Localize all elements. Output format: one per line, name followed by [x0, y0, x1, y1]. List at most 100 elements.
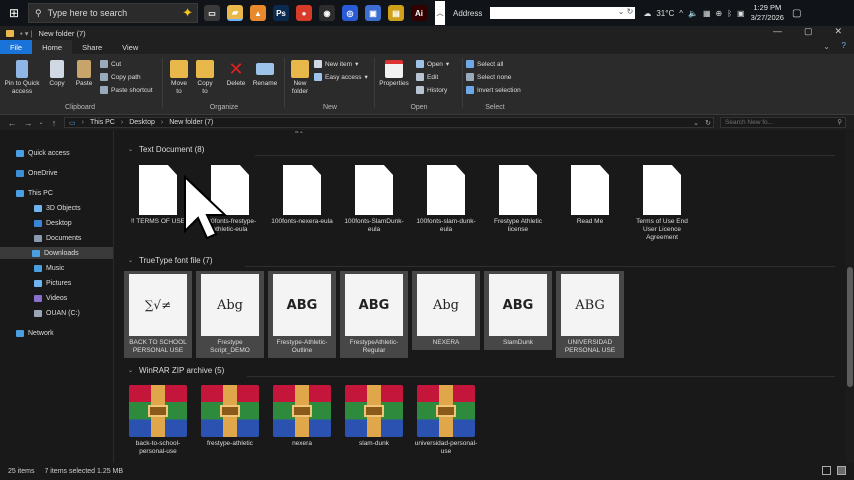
- refresh-icon[interactable]: ↻: [705, 119, 711, 127]
- up-arrow-icon[interactable]: ↑: [46, 118, 62, 128]
- sidebar-item-network[interactable]: Network: [16, 327, 54, 339]
- collapse-caret-icon[interactable]: ⌄: [128, 146, 133, 153]
- chevron-down-icon[interactable]: ⌄ ↻: [618, 7, 634, 16]
- pin-quick-access-button[interactable]: Pin to Quick access: [4, 60, 40, 96]
- notification-icon[interactable]: ▢: [792, 8, 801, 19]
- delete-button[interactable]: ✕ Delete: [224, 60, 248, 88]
- zip-file-item[interactable]: frestype-athletic: [196, 382, 264, 451]
- open-button[interactable]: Open ▾: [416, 60, 449, 68]
- weather-icon[interactable]: ☁: [643, 9, 651, 18]
- scrollbar-thumb[interactable]: [847, 267, 853, 387]
- font-file-item[interactable]: ABG Frestype-Athletic-Outline: [268, 271, 336, 358]
- sidebar-item-documents[interactable]: Documents: [34, 232, 81, 244]
- sidebar-item-3d-objects[interactable]: 3D Objects: [34, 202, 81, 214]
- bluetooth-icon[interactable]: ᛒ: [727, 9, 732, 18]
- tray-chevron-icon[interactable]: ^: [679, 9, 683, 18]
- copy-path-button[interactable]: Copy path: [100, 73, 141, 81]
- sidebar-item-this-pc[interactable]: This PC: [16, 187, 53, 199]
- cut-button[interactable]: Cut: [100, 60, 121, 68]
- new-folder-button[interactable]: New folder: [288, 60, 312, 96]
- address-toolbar-input[interactable]: ⌄ ↻: [490, 7, 636, 19]
- text-file-item[interactable]: !! TERMS OF USE: [124, 161, 192, 229]
- ribbon-expand-icon[interactable]: ⌄: [823, 42, 830, 51]
- app-tray-icon[interactable]: ▣: [737, 9, 745, 18]
- collapse-caret-icon[interactable]: ⌄: [128, 257, 133, 264]
- details-view-icon[interactable]: [822, 466, 831, 475]
- help-icon[interactable]: ?: [842, 41, 846, 50]
- sidebar-item-videos[interactable]: Videos: [34, 292, 67, 304]
- breadcrumb-current-folder[interactable]: New folder (7): [169, 119, 213, 126]
- text-file-item[interactable]: Read Me: [556, 161, 624, 229]
- text-file-item[interactable]: 100fonts-nexera-eula: [268, 161, 336, 229]
- edit-button[interactable]: Edit: [416, 73, 438, 81]
- search-highlight-icon[interactable]: ✦: [182, 5, 193, 21]
- vertical-scrollbar[interactable]: [846, 131, 854, 463]
- vlc-taskbar-icon[interactable]: ▲: [250, 5, 266, 21]
- obs-taskbar-icon[interactable]: ◉: [319, 5, 335, 21]
- app-blue-taskbar-icon[interactable]: ◎: [342, 5, 358, 21]
- chrome-taskbar-icon[interactable]: ●: [296, 5, 312, 21]
- chevron-up-icon[interactable]: ︿: [435, 1, 445, 25]
- font-file-item[interactable]: ABG SlamDunk: [484, 271, 552, 350]
- sidebar-item-music[interactable]: Music: [34, 262, 64, 274]
- copy-to-button[interactable]: Copy to: [194, 60, 216, 96]
- paste-shortcut-button[interactable]: Paste shortcut: [100, 86, 153, 94]
- tab-view[interactable]: View: [112, 40, 148, 54]
- tab-share[interactable]: Share: [72, 40, 112, 54]
- text-file-item[interactable]: Terms of Use End User Licence Agreement: [628, 161, 696, 245]
- taskbar-search-box[interactable]: ⚲ Type here to search ✦: [28, 3, 198, 23]
- select-all-button[interactable]: Select all: [466, 60, 503, 68]
- group-header-text-documents[interactable]: ⌄ Text Document (8): [128, 145, 204, 154]
- collapse-caret-icon[interactable]: ⌄: [128, 367, 133, 374]
- sidebar-item-onedrive[interactable]: OneDrive: [16, 167, 58, 179]
- group-header-zip-archives[interactable]: ⌄ WinRAR ZIP archive (5): [128, 366, 224, 375]
- tab-file[interactable]: File: [0, 40, 33, 54]
- photoshop-taskbar-icon[interactable]: Ps: [273, 5, 289, 21]
- recent-locations-icon[interactable]: ⌄: [36, 119, 46, 126]
- font-file-item[interactable]: ABG FrestypeAthletic-Regular: [340, 271, 408, 358]
- breadcrumb-desktop[interactable]: Desktop: [129, 119, 155, 126]
- maximize-icon[interactable]: ▢: [804, 26, 813, 37]
- zip-file-item[interactable]: slam-dunk: [340, 382, 408, 451]
- task-view-taskbar-icon[interactable]: ▭: [204, 5, 220, 21]
- easy-access-button[interactable]: Easy access ▾: [314, 73, 368, 81]
- app-yellow-taskbar-icon[interactable]: ▤: [388, 5, 404, 21]
- address-bar[interactable]: ▭ › This PC › Desktop › New folder (7) ⌄…: [64, 117, 714, 128]
- tab-home[interactable]: Home: [32, 40, 73, 54]
- font-file-item[interactable]: ABG UNIVERSIDAD PERSONAL USE: [556, 271, 624, 358]
- zip-file-item[interactable]: back-to-school-personal-use: [124, 382, 192, 459]
- text-file-item[interactable]: 100fonts-SlamDunk-eula: [340, 161, 408, 237]
- folder-search-input[interactable]: Search New fo... ⚲: [720, 117, 846, 128]
- zip-file-item[interactable]: nexera: [268, 382, 336, 451]
- quick-access-toolbar-icon[interactable]: ▪ ▾ |: [20, 29, 33, 38]
- sidebar-item-ouan-c[interactable]: OUAN (C:): [34, 307, 80, 319]
- back-arrow-icon[interactable]: ←: [4, 118, 20, 128]
- windows-start-icon[interactable]: ⊞: [0, 0, 28, 26]
- close-icon[interactable]: ✕: [834, 26, 842, 37]
- font-file-item[interactable]: ∑√≠ BACK TO SCHOOL PERSONAL USE: [124, 271, 192, 358]
- weather-temp[interactable]: 31°C: [656, 9, 674, 18]
- new-item-button[interactable]: New item ▾: [314, 60, 358, 68]
- zip-file-item[interactable]: universidad-personal-use: [412, 382, 480, 459]
- text-file-item[interactable]: Frestype Athletic license: [484, 161, 552, 237]
- minimize-icon[interactable]: —: [773, 26, 782, 37]
- sidebar-item-desktop[interactable]: Desktop: [34, 217, 72, 229]
- language-icon[interactable]: ⊕: [716, 9, 723, 18]
- invert-selection-button[interactable]: Invert selection: [466, 86, 521, 94]
- text-file-item[interactable]: 100fonts-slam-dunk-eula: [412, 161, 480, 237]
- font-file-item[interactable]: Abg Frestype Script_DEMO: [196, 271, 264, 358]
- sidebar-item-downloads[interactable]: Downloads: [0, 247, 113, 259]
- network-icon[interactable]: ▦: [703, 9, 711, 18]
- sidebar-item-quick-access[interactable]: Quick access: [16, 147, 70, 159]
- forward-arrow-icon[interactable]: →: [20, 118, 36, 128]
- paste-button[interactable]: Paste: [72, 60, 96, 88]
- history-button[interactable]: History: [416, 86, 447, 94]
- address-dropdown-icon[interactable]: ⌄: [693, 119, 699, 127]
- properties-button[interactable]: Properties: [376, 60, 412, 88]
- copy-button[interactable]: Copy: [46, 60, 68, 88]
- font-file-item[interactable]: Abg NEXERA: [412, 271, 480, 350]
- rename-button[interactable]: Rename: [250, 60, 280, 88]
- illustrator-taskbar-icon[interactable]: Ai: [411, 5, 427, 21]
- file-explorer-taskbar-icon[interactable]: ▰: [227, 5, 243, 21]
- breadcrumb-this-pc[interactable]: This PC: [90, 119, 115, 126]
